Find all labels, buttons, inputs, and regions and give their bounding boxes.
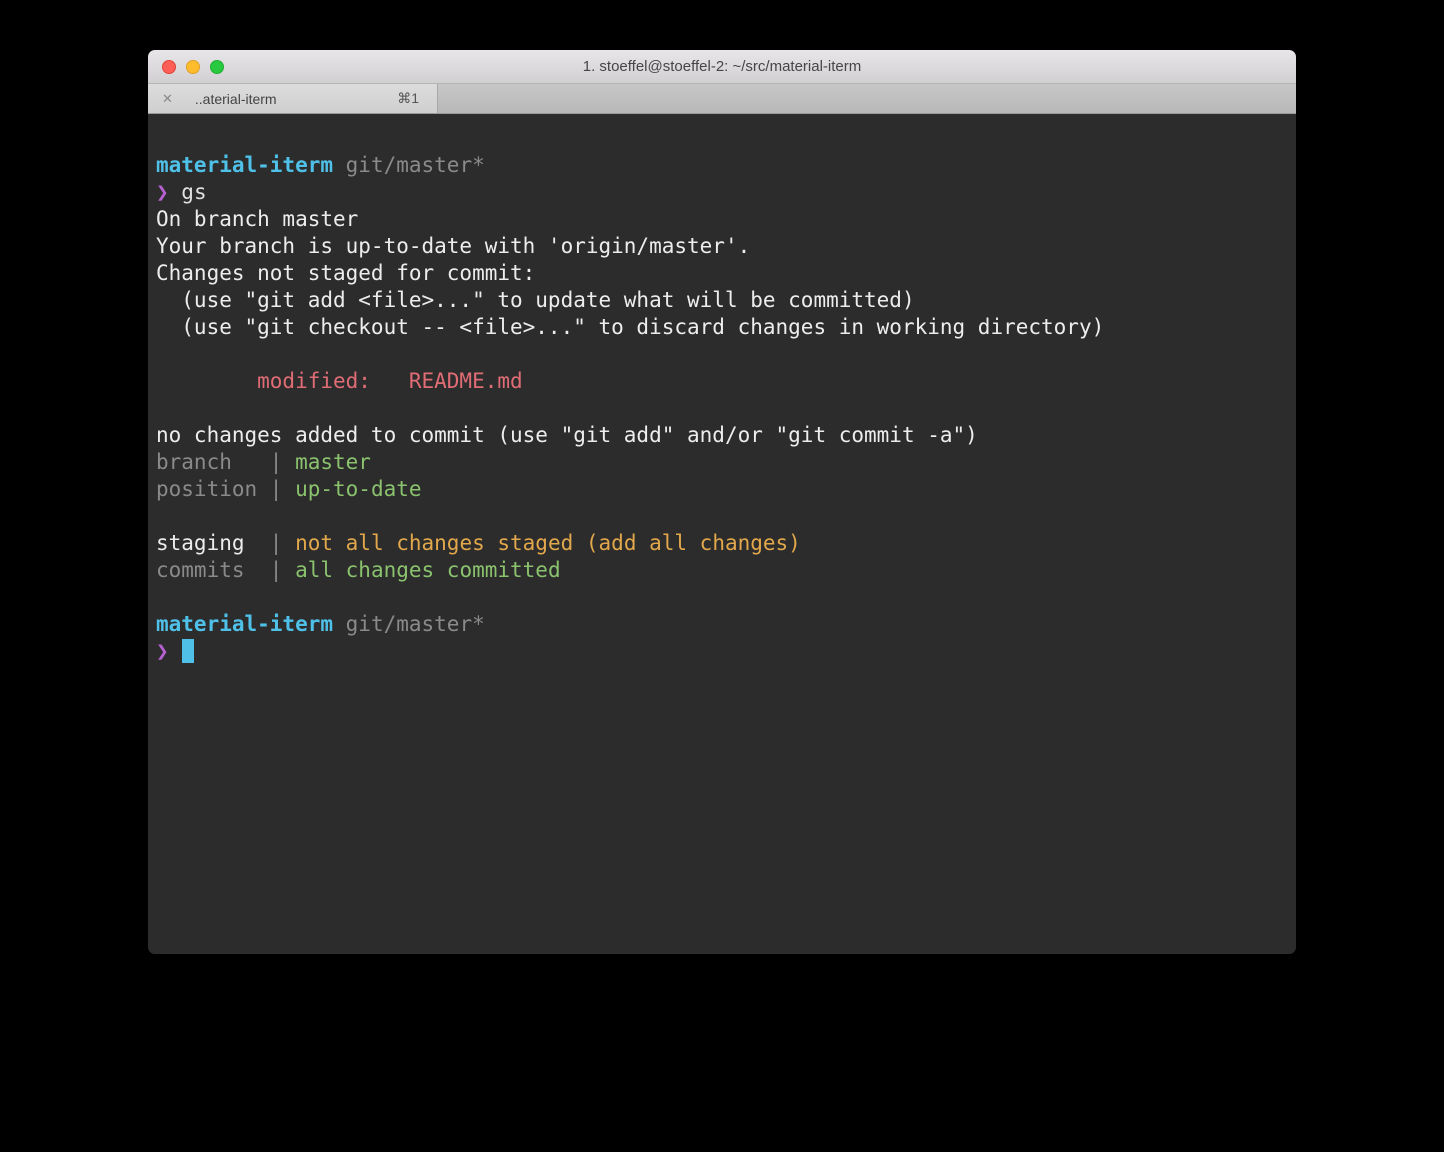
output-line: (use "git add <file>..." to update what … [156,288,915,312]
terminal-tab[interactable]: ✕ ..aterial-iterm ⌘1 [148,84,438,113]
tab-label: ..aterial-iterm [195,91,277,107]
output-line: Your branch is up-to-date with 'origin/m… [156,234,750,258]
maximize-window-button[interactable] [210,60,224,74]
traffic-lights [148,60,224,74]
tab-shortcut: ⌘1 [397,90,419,107]
close-tab-icon[interactable]: ✕ [162,91,173,107]
prompt-git-branch: git/master* [333,612,485,636]
status-value-position: up-to-date [295,477,421,501]
prompt-symbol: ❯ [156,639,169,663]
status-value-branch: master [295,450,371,474]
prompt-directory: material-iterm [156,153,333,177]
terminal-window: 1. stoeffel@stoeffel-2: ~/src/material-i… [148,50,1296,954]
status-label-branch: branch [156,450,257,474]
status-label-commits: commits [156,558,257,582]
output-line: no changes added to commit (use "git add… [156,423,978,447]
pipe-separator: | [257,450,295,474]
status-label-staging: staging [156,531,257,555]
status-value-commits: all changes committed [295,558,561,582]
close-window-button[interactable] [162,60,176,74]
prompt-git-branch: git/master* [333,153,485,177]
window-title: 1. stoeffel@stoeffel-2: ~/src/material-i… [148,58,1296,75]
pipe-separator: | [257,558,295,582]
titlebar: 1. stoeffel@stoeffel-2: ~/src/material-i… [148,50,1296,84]
terminal-content[interactable]: material-iterm git/master* ❯ gs On branc… [148,114,1296,954]
prompt-symbol: ❯ [156,180,169,204]
pipe-separator: | [257,531,295,555]
cursor-icon [182,639,194,663]
command-input: gs [169,180,207,204]
status-label-position: position [156,477,257,501]
minimize-window-button[interactable] [186,60,200,74]
status-value-staging: not all changes staged (add all changes) [295,531,801,555]
prompt-directory: material-iterm [156,612,333,636]
tab-bar: ✕ ..aterial-iterm ⌘1 [148,84,1296,114]
output-line: (use "git checkout -- <file>..." to disc… [156,315,1104,339]
pipe-separator: | [257,477,295,501]
output-line: On branch master [156,207,358,231]
modified-file-line: modified: README.md [156,369,523,393]
output-line: Changes not staged for commit: [156,261,535,285]
